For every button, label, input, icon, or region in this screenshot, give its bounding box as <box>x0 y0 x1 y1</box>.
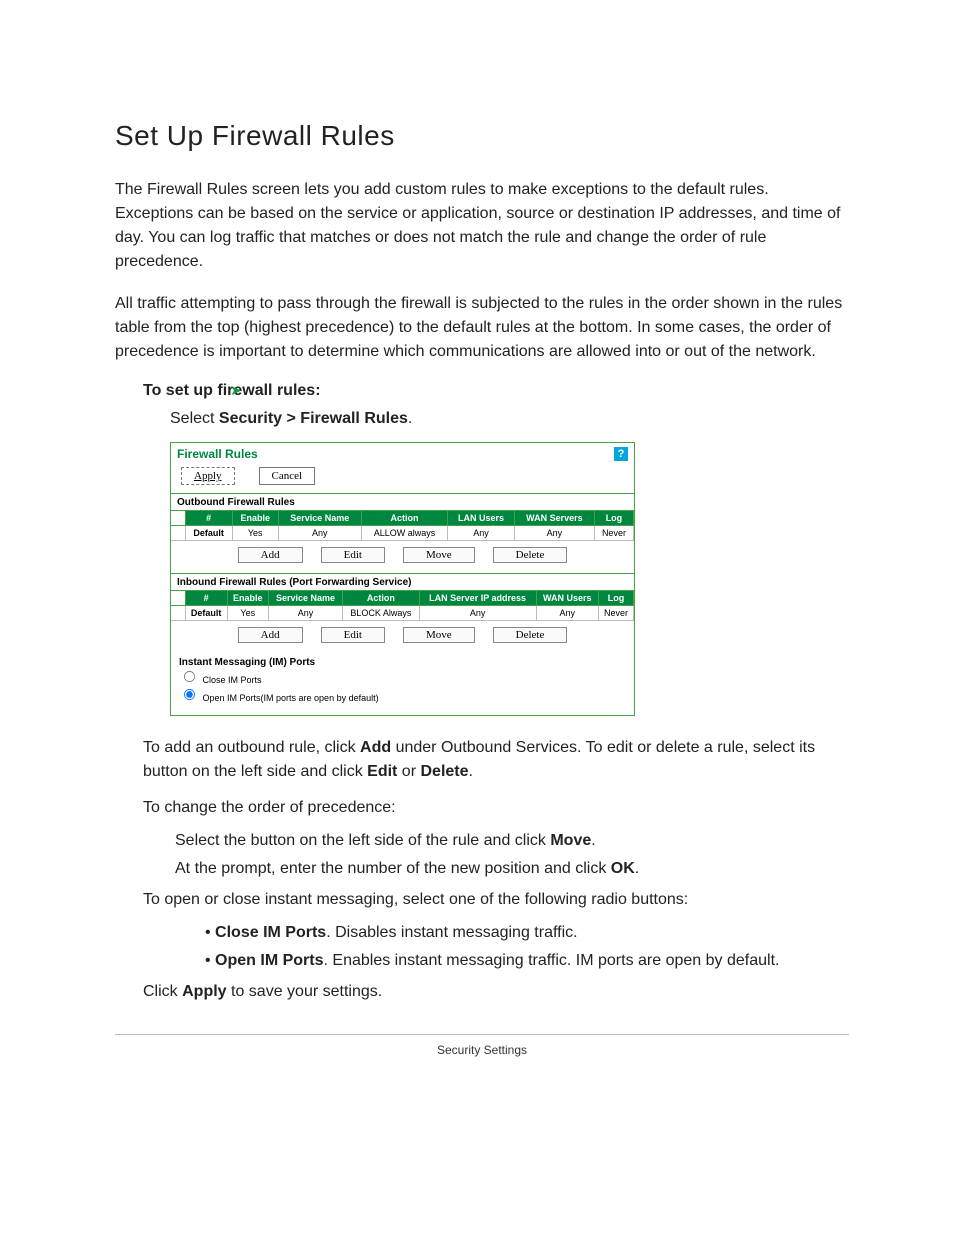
outbound-section-header: Outbound Firewall Rules <box>171 493 634 510</box>
intro-paragraph-2: All traffic attempting to pass through t… <box>115 292 849 364</box>
im-open-radio[interactable]: Open IM Ports(IM ports are open by defau… <box>183 688 626 706</box>
footer-text: Security Settings <box>115 1043 849 1057</box>
inbound-edit-button[interactable]: Edit <box>321 627 385 643</box>
help-icon[interactable]: ? <box>614 447 628 461</box>
bullet-open-im: Open IM Ports. Enables instant messaging… <box>205 952 849 970</box>
outbound-delete-button[interactable]: Delete <box>493 547 568 563</box>
bullet-close-im: Close IM Ports. Disables instant messagi… <box>205 924 849 942</box>
procedure-arrow-icon: ➤ <box>230 382 242 399</box>
inbound-move-button[interactable]: Move <box>403 627 475 643</box>
section-heading: Set Up Firewall Rules <box>115 120 849 152</box>
paragraph-apply: Click Apply to save your settings. <box>143 980 849 1004</box>
inbound-delete-button[interactable]: Delete <box>493 627 568 643</box>
table-row[interactable]: DefaultYesAny BLOCK AlwaysAnyAnyNever <box>171 606 634 621</box>
apply-button[interactable]: Apply <box>181 467 235 485</box>
inbound-rules-table: #EnableService Name ActionLAN Server IP … <box>171 590 634 621</box>
inbound-add-button[interactable]: Add <box>238 627 303 643</box>
step-1: Select Security > Firewall Rules. <box>170 410 849 428</box>
inbound-section-header: Inbound Firewall Rules (Port Forwarding … <box>171 573 634 590</box>
paragraph-im: To open or close instant messaging, sele… <box>143 888 849 912</box>
im-section-header: Instant Messaging (IM) Ports <box>179 657 626 668</box>
dialog-title: Firewall Rules <box>177 447 258 461</box>
table-row[interactable]: DefaultYesAny ALLOW alwaysAnyAnyNever <box>171 526 634 541</box>
outbound-move-button[interactable]: Move <box>403 547 475 563</box>
outbound-rules-table: #EnableService Name ActionLAN UsersWAN S… <box>171 510 634 541</box>
firewall-rules-dialog: Firewall Rules ? Apply Cancel Outbound F… <box>170 442 635 716</box>
paragraph-change-order: To change the order of precedence: <box>143 796 849 820</box>
footer-rule <box>115 1034 849 1035</box>
paragraph-add-rule: To add an outbound rule, click Add under… <box>143 736 849 784</box>
outbound-add-button[interactable]: Add <box>238 547 303 563</box>
cancel-button[interactable]: Cancel <box>259 467 316 485</box>
step-enter-position: At the prompt, enter the number of the n… <box>175 860 849 878</box>
im-close-radio[interactable]: Close IM Ports <box>183 670 626 688</box>
outbound-edit-button[interactable]: Edit <box>321 547 385 563</box>
step-select-move: Select the button on the left side of th… <box>175 832 849 850</box>
intro-paragraph-1: The Firewall Rules screen lets you add c… <box>115 178 849 274</box>
